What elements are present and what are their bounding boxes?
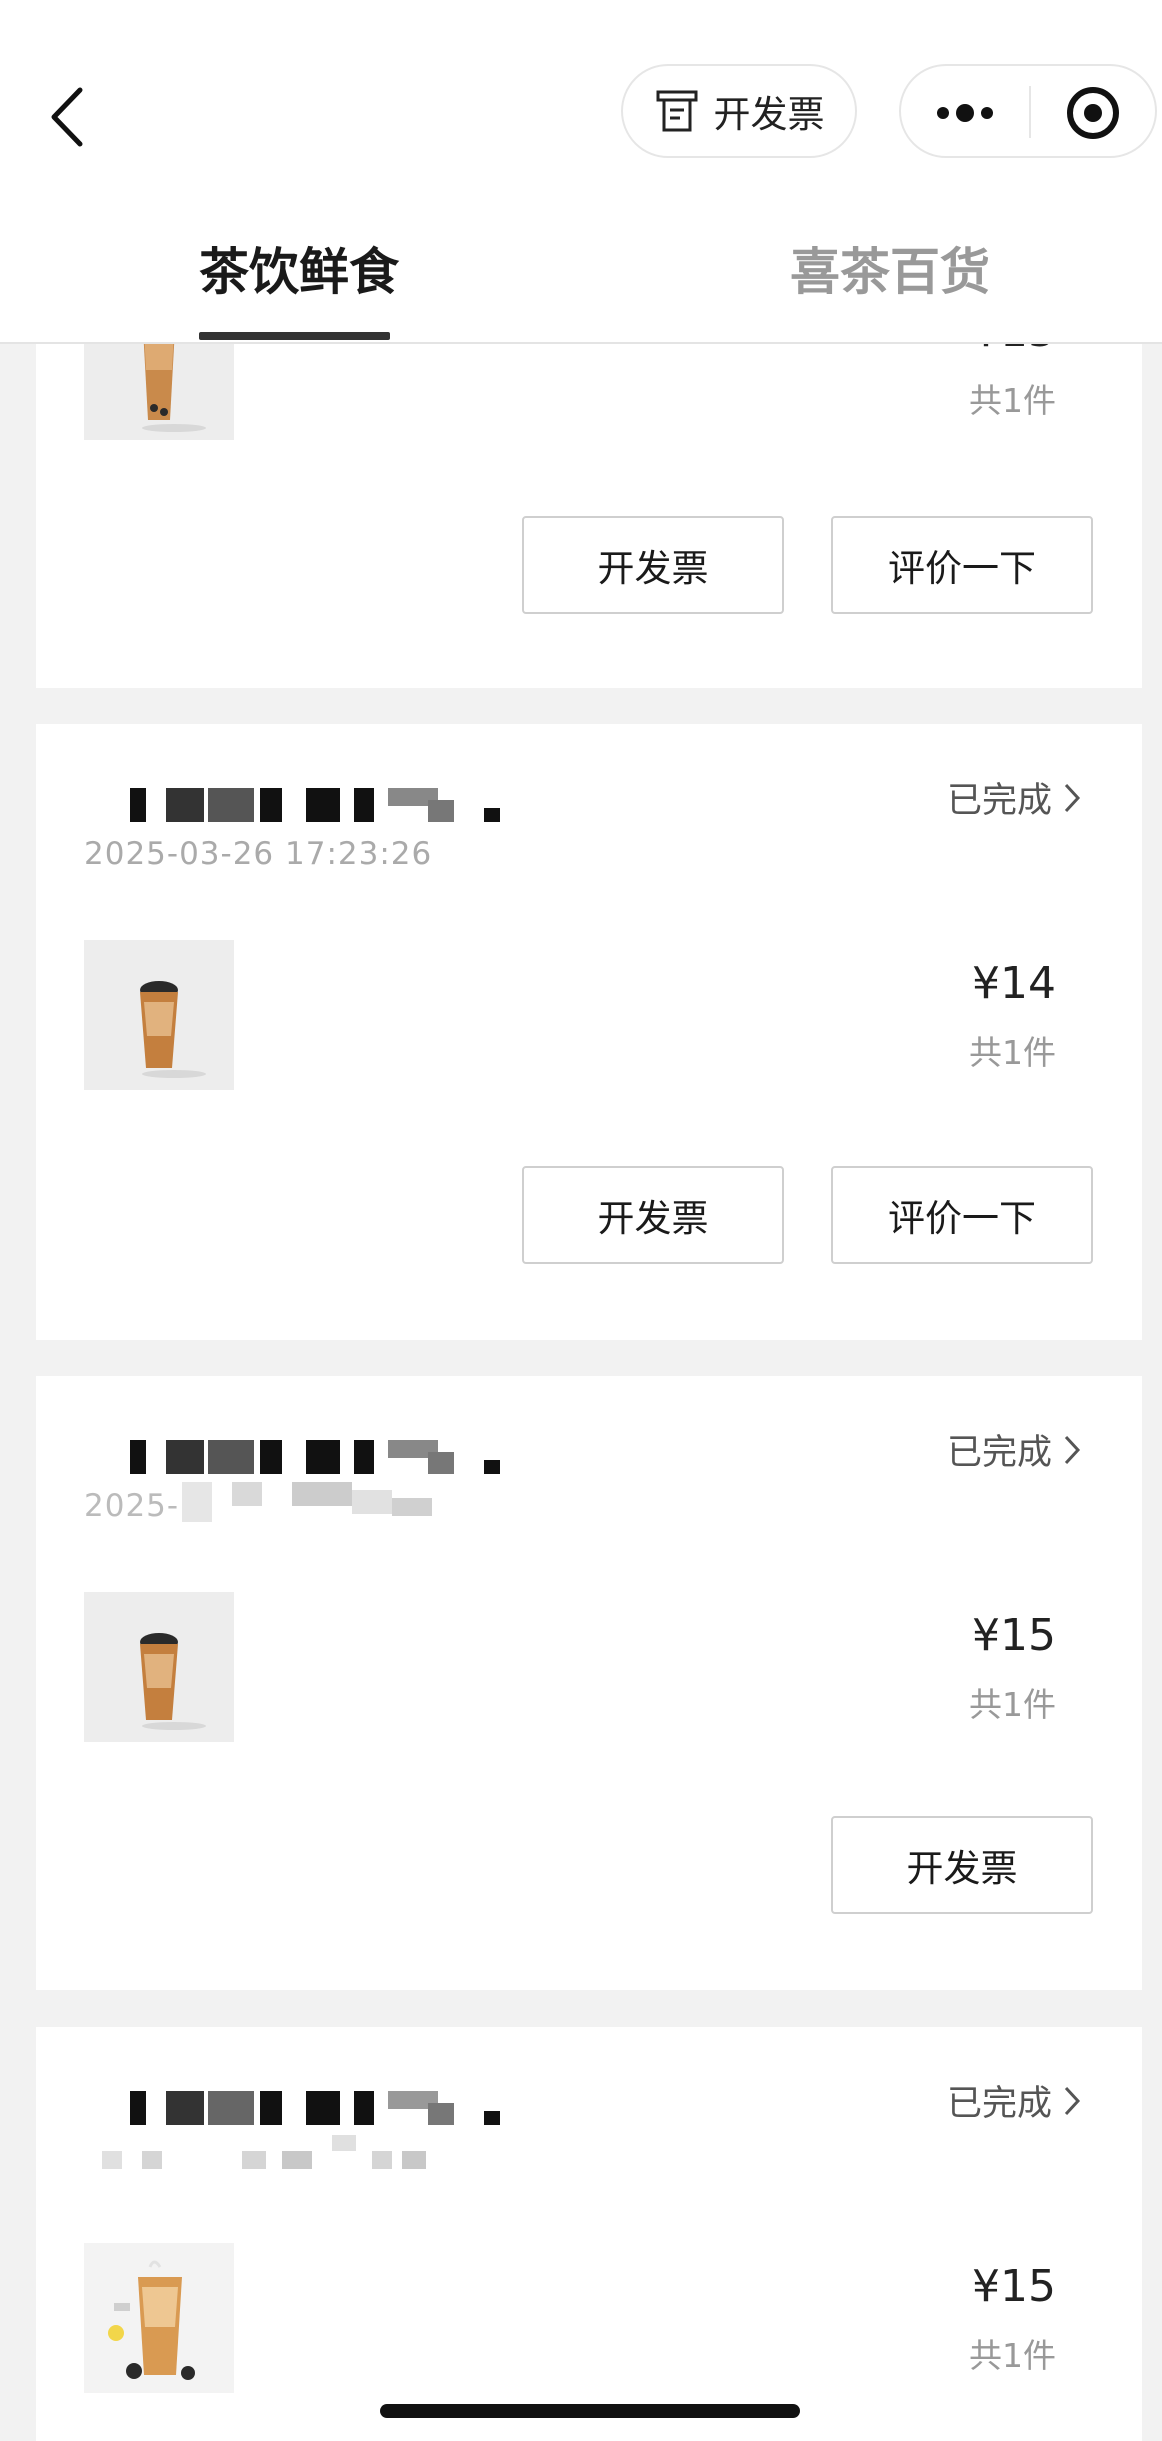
- close-mini-program-button[interactable]: [1031, 66, 1155, 156]
- product-thumbnail[interactable]: [84, 1592, 234, 1742]
- order-card: 已完成 ¥15 共1件: [36, 2027, 1142, 2441]
- active-tab-indicator: [199, 332, 390, 340]
- issue-invoice-button[interactable]: 开发票: [522, 516, 784, 614]
- order-item-count: 共1件: [969, 1033, 1056, 1072]
- invoice-pill-label: 开发票: [713, 93, 825, 136]
- order-status-label: 已完成: [946, 2084, 1052, 2124]
- store-name-redacted: [84, 1432, 504, 1478]
- product-thumbnail[interactable]: [84, 2243, 234, 2393]
- order-item-count: 共1件: [969, 381, 1056, 420]
- order-card: 已完成 2025-03-26 17:23:26 ¥14 共1件 开发票 评价一下: [36, 724, 1142, 1340]
- chevron-right-icon: [1064, 2086, 1081, 2115]
- home-indicator: [380, 2404, 800, 2418]
- drink-cup-image: [84, 2243, 234, 2393]
- top-navigation-bar: 开发票 茶饮鲜食 喜茶百货: [0, 0, 1162, 344]
- invoice-icon: [656, 90, 697, 132]
- order-status-link[interactable]: 已完成: [947, 772, 1082, 823]
- target-close-icon: [1067, 87, 1119, 139]
- order-time: 2025-03-26 17:23:26: [84, 836, 433, 872]
- order-status-link[interactable]: 已完成: [947, 2075, 1082, 2126]
- store-name-redacted: [84, 2083, 504, 2129]
- order-price: ¥14: [972, 958, 1056, 1009]
- store-name-redacted: [84, 780, 504, 826]
- chevron-left-icon: [51, 87, 83, 147]
- order-status-link[interactable]: 已完成: [947, 1424, 1082, 1475]
- order-item-count: 共1件: [969, 2336, 1056, 2375]
- order-item-count: 共1件: [969, 1685, 1056, 1724]
- issue-invoice-button[interactable]: 开发票: [522, 1166, 784, 1264]
- mini-program-capsule: [899, 64, 1157, 158]
- chevron-right-icon: [1064, 1435, 1081, 1464]
- invoice-pill-button[interactable]: 开发票: [621, 64, 857, 158]
- more-button[interactable]: [901, 66, 1029, 156]
- drink-cup-image: [84, 1592, 234, 1742]
- order-time: 2025-: [84, 1488, 180, 1524]
- order-time-redacted: [182, 1482, 542, 1522]
- more-dots-icon: [937, 104, 993, 122]
- order-time-redacted: [102, 2135, 462, 2175]
- product-thumbnail[interactable]: [84, 940, 234, 1090]
- drink-cup-image: [84, 940, 234, 1090]
- order-status-label: 已完成: [946, 1433, 1052, 1473]
- order-price: ¥15: [972, 1610, 1056, 1661]
- tab-heytea-goods[interactable]: 喜茶百货: [790, 232, 990, 304]
- order-status-label: 已完成: [946, 781, 1052, 821]
- order-price: ¥15: [972, 2261, 1056, 2312]
- review-button[interactable]: 评价一下: [831, 1166, 1093, 1264]
- order-card: 已完成 2025- ¥15 共1件 开发票: [36, 1376, 1142, 1990]
- back-button[interactable]: [44, 82, 94, 152]
- issue-invoice-button[interactable]: 开发票: [831, 1816, 1093, 1914]
- chevron-right-icon: [1064, 783, 1081, 812]
- review-button[interactable]: 评价一下: [831, 516, 1093, 614]
- tab-tea-fresh-food[interactable]: 茶饮鲜食: [199, 232, 399, 304]
